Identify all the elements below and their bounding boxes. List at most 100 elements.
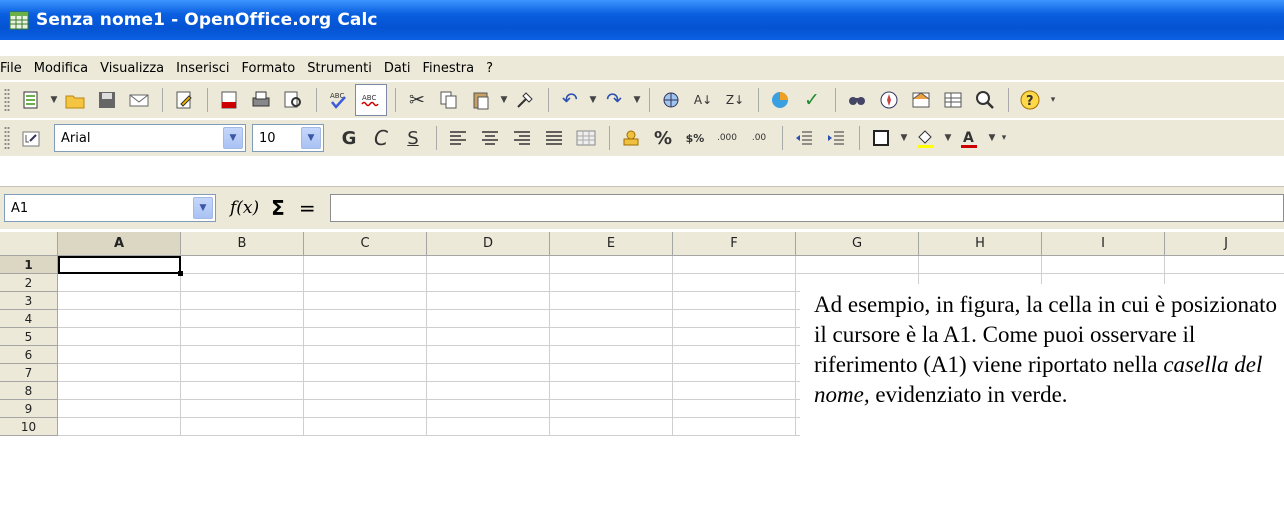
column-header-h[interactable]: H — [919, 232, 1042, 256]
cell-c10[interactable] — [304, 418, 427, 436]
currency-format-icon[interactable] — [616, 123, 646, 153]
standard-number-format-icon[interactable]: $% — [680, 123, 710, 153]
email-icon[interactable] — [124, 85, 154, 115]
column-header-e[interactable]: E — [550, 232, 673, 256]
menu-inserisci[interactable]: Inserisci — [170, 61, 235, 76]
print-icon[interactable] — [246, 85, 276, 115]
cell-e3[interactable] — [550, 292, 673, 310]
cell-f6[interactable] — [673, 346, 796, 364]
cell-e9[interactable] — [550, 400, 673, 418]
cell-d7[interactable] — [427, 364, 550, 382]
cell-e2[interactable] — [550, 274, 673, 292]
chevron-down-icon[interactable]: ▼ — [48, 95, 60, 105]
chevron-down-icon[interactable]: ▼ — [986, 133, 998, 143]
autospellcheck-icon[interactable]: ABC — [355, 84, 387, 116]
active-cell-a1[interactable] — [58, 256, 181, 274]
borders-icon[interactable] — [866, 123, 896, 153]
clone-formatting-icon[interactable] — [510, 85, 540, 115]
cell-a7[interactable] — [58, 364, 181, 382]
row-header-10[interactable]: 10 — [0, 418, 58, 436]
new-document-icon[interactable] — [16, 85, 46, 115]
cell-f10[interactable] — [673, 418, 796, 436]
cell-c8[interactable] — [304, 382, 427, 400]
cell-a2[interactable] — [58, 274, 181, 292]
align-right-icon[interactable] — [507, 123, 537, 153]
toolbar-overflow-icon[interactable]: ▾ — [1047, 95, 1059, 105]
edit-file-icon[interactable] — [169, 85, 199, 115]
row-header-3[interactable]: 3 — [0, 292, 58, 310]
cell-e5[interactable] — [550, 328, 673, 346]
column-header-g[interactable]: G — [796, 232, 919, 256]
toolbar-overflow-icon[interactable]: ▾ — [998, 133, 1010, 143]
cut-icon[interactable]: ✂ — [402, 85, 432, 115]
align-left-icon[interactable] — [443, 123, 473, 153]
add-decimal-icon[interactable]: .000 — [712, 123, 742, 153]
cell-d1[interactable] — [427, 256, 550, 274]
cell-c4[interactable] — [304, 310, 427, 328]
row-header-4[interactable]: 4 — [0, 310, 58, 328]
menu-finestra[interactable]: Finestra — [417, 61, 481, 76]
chevron-down-icon[interactable]: ▼ — [223, 127, 243, 149]
sort-ascending-icon[interactable]: A↓ — [688, 85, 718, 115]
background-color-icon[interactable] — [910, 123, 940, 153]
cell-f5[interactable] — [673, 328, 796, 346]
cell-f8[interactable] — [673, 382, 796, 400]
row-header-1[interactable]: 1 — [0, 256, 58, 274]
cell-b5[interactable] — [181, 328, 304, 346]
toolbar-grip[interactable] — [4, 88, 10, 112]
font-name-combo[interactable]: Arial ▼ — [54, 124, 246, 152]
menu-file[interactable]: File — [0, 61, 28, 76]
cell-d6[interactable] — [427, 346, 550, 364]
cell-c5[interactable] — [304, 328, 427, 346]
cell-f3[interactable] — [673, 292, 796, 310]
chevron-down-icon[interactable]: ▼ — [301, 127, 321, 149]
cell-d5[interactable] — [427, 328, 550, 346]
chevron-down-icon[interactable]: ▼ — [193, 197, 213, 219]
navigator-icon[interactable] — [874, 85, 904, 115]
cell-f9[interactable] — [673, 400, 796, 418]
column-header-j[interactable]: J — [1165, 232, 1284, 256]
paste-icon[interactable] — [466, 85, 496, 115]
chevron-down-icon[interactable]: ▼ — [498, 95, 510, 105]
remove-decimal-icon[interactable]: .00 — [744, 123, 774, 153]
cell-f2[interactable] — [673, 274, 796, 292]
chevron-down-icon[interactable]: ▼ — [898, 133, 910, 143]
cell-a5[interactable] — [58, 328, 181, 346]
zoom-icon[interactable] — [970, 85, 1000, 115]
toolbar-grip[interactable] — [4, 126, 10, 150]
column-header-i[interactable]: I — [1042, 232, 1165, 256]
chevron-down-icon[interactable]: ▼ — [631, 95, 643, 105]
cell-b7[interactable] — [181, 364, 304, 382]
cell-i1[interactable] — [1042, 256, 1165, 274]
hyperlink-icon[interactable] — [656, 85, 686, 115]
gallery-icon[interactable] — [906, 85, 936, 115]
cell-a6[interactable] — [58, 346, 181, 364]
undo-icon[interactable]: ↶ — [555, 85, 585, 115]
cell-h1[interactable] — [919, 256, 1042, 274]
percent-format-button[interactable]: % — [648, 123, 678, 153]
cell-j1[interactable] — [1165, 256, 1284, 274]
column-header-d[interactable]: D — [427, 232, 550, 256]
menu-visualizza[interactable]: Visualizza — [94, 61, 170, 76]
cell-c6[interactable] — [304, 346, 427, 364]
function-wizard-button[interactable]: f(x) — [230, 198, 259, 218]
cell-c9[interactable] — [304, 400, 427, 418]
justify-icon[interactable] — [539, 123, 569, 153]
column-header-a[interactable]: A — [58, 232, 181, 256]
menu-strumenti[interactable]: Strumenti — [301, 61, 378, 76]
cell-a3[interactable] — [58, 292, 181, 310]
copy-icon[interactable] — [434, 85, 464, 115]
cell-a4[interactable] — [58, 310, 181, 328]
datasources-icon[interactable] — [938, 85, 968, 115]
find-replace-icon[interactable] — [842, 85, 872, 115]
merge-cells-icon[interactable] — [571, 123, 601, 153]
font-size-combo[interactable]: 10 ▼ — [252, 124, 324, 152]
cell-e1[interactable] — [550, 256, 673, 274]
cell-d9[interactable] — [427, 400, 550, 418]
chevron-down-icon[interactable]: ▼ — [587, 95, 599, 105]
name-box[interactable]: A1 ▼ — [4, 194, 216, 222]
cell-c1[interactable] — [304, 256, 427, 274]
cell-b1[interactable] — [181, 256, 304, 274]
column-header-c[interactable]: C — [304, 232, 427, 256]
cell-e8[interactable] — [550, 382, 673, 400]
